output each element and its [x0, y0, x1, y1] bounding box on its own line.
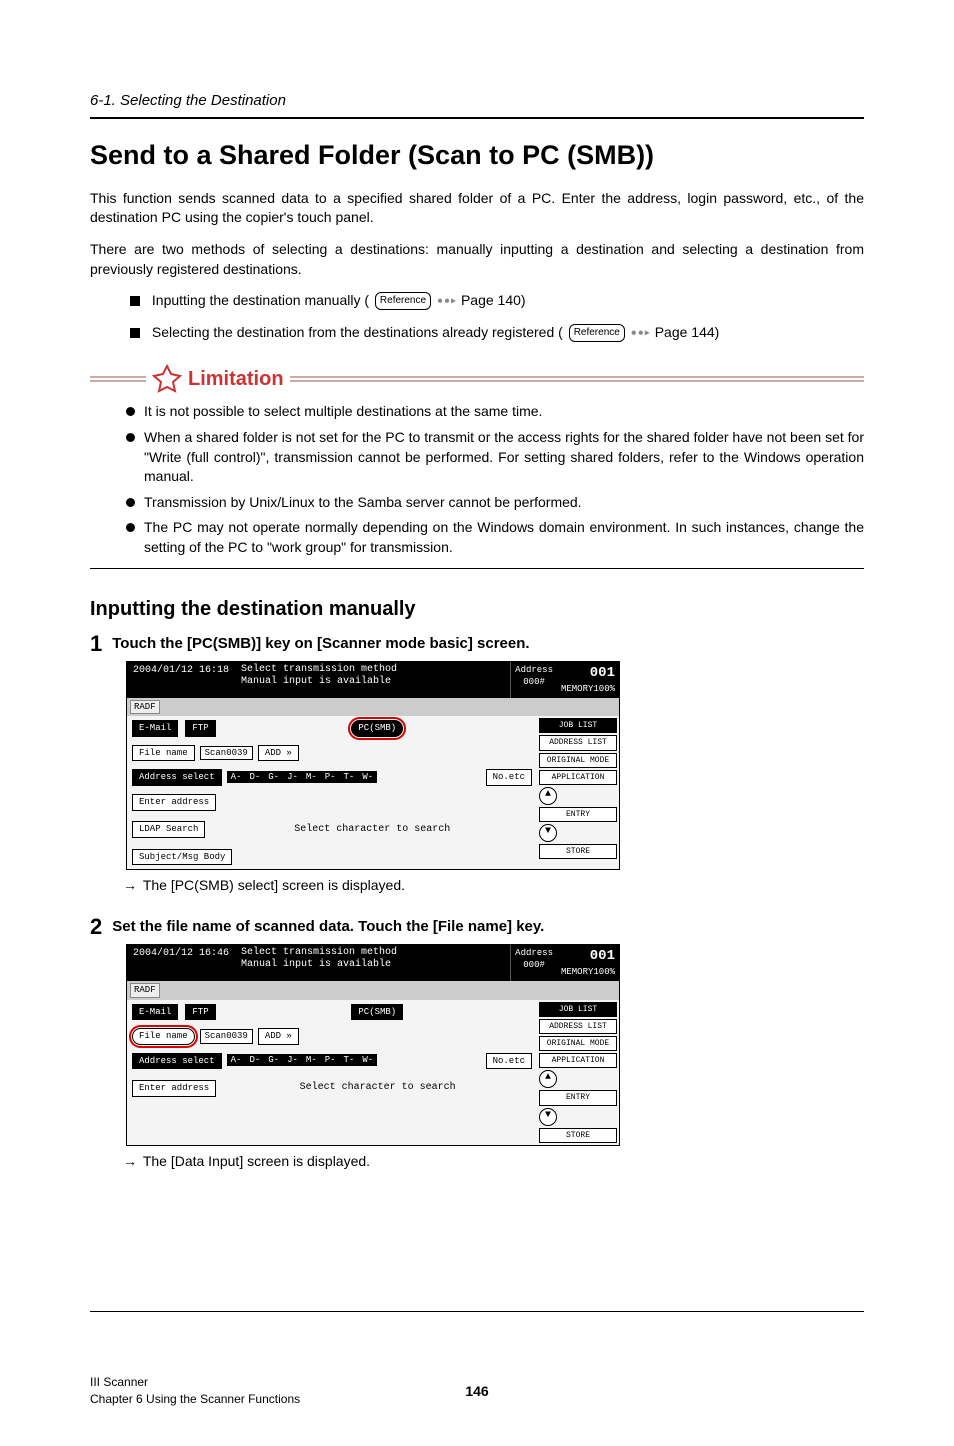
step-number: 1	[90, 633, 102, 655]
arrow-right-icon: →	[126, 1155, 143, 1171]
ldap-search-button[interactable]: LDAP Search	[132, 821, 205, 838]
page-title: Send to a Shared Folder (Scan to PC (SMB…	[90, 137, 864, 175]
limitation-label: Limitation	[188, 365, 284, 393]
square-bullet-icon	[130, 296, 140, 306]
ss-radf-label: RADF	[130, 700, 160, 715]
ss-number-big: 001	[561, 947, 615, 967]
address-list-button[interactable]: ADDRESS LIST	[539, 735, 617, 750]
method-item-1: Inputting the destination manually ( Ref…	[130, 291, 864, 311]
tab-ftp[interactable]: FTP	[185, 1004, 215, 1021]
filename-button[interactable]: File name	[132, 1028, 195, 1045]
step-title: Touch the [PC(SMB)] key on [Scanner mode…	[112, 633, 529, 654]
original-mode-button[interactable]: ORIGINAL MODE	[539, 1036, 617, 1051]
method-1-page[interactable]: Page 140)	[461, 292, 526, 308]
application-button[interactable]: APPLICATION	[539, 1053, 617, 1068]
tab-email[interactable]: E-Mail	[132, 720, 178, 737]
ss-memory: MEMORY100%	[561, 683, 615, 696]
limitation-icon	[152, 364, 182, 394]
add-button[interactable]: ADD »	[258, 1028, 299, 1045]
application-button[interactable]: APPLICATION	[539, 770, 617, 785]
ss-address-value: 000#	[515, 959, 553, 972]
address-list-button[interactable]: ADDRESS LIST	[539, 1019, 617, 1034]
alpha-group-buttons[interactable]: A-D-G-J-M-P-T-W-	[227, 1054, 378, 1068]
step-2: 2 Set the file name of scanned data. Tou…	[90, 916, 864, 1174]
step-result: → The [PC(SMB) select] screen is display…	[126, 876, 864, 898]
ss-address-label: Address	[515, 947, 553, 960]
scroll-up-icon[interactable]: ▲	[539, 1070, 557, 1088]
ss-datetime: 2004/01/12 16:18	[127, 662, 235, 698]
original-mode-button[interactable]: ORIGINAL MODE	[539, 753, 617, 768]
scroll-down-icon[interactable]: ▼	[539, 1108, 557, 1126]
screenshot-step-2: 2004/01/12 16:46 Select transmission met…	[126, 944, 620, 1146]
tab-email[interactable]: E-Mail	[132, 1004, 178, 1021]
reference-chip[interactable]: Reference	[375, 292, 431, 310]
enter-address-button[interactable]: Enter address	[132, 794, 216, 811]
alpha-group-buttons[interactable]: A-D-G-J-M-P-T-W-	[227, 771, 378, 785]
entry-button[interactable]: ENTRY	[539, 807, 617, 822]
enter-address-button[interactable]: Enter address	[132, 1080, 216, 1097]
noetc-button[interactable]: No.etc	[486, 769, 532, 786]
ss-message-line: Select transmission method	[241, 664, 504, 676]
screenshot-step-1: 2004/01/12 16:18 Select transmission met…	[126, 661, 620, 871]
method-2-text: Selecting the destination from the desti…	[152, 324, 563, 340]
ss-hint-text: Select character to search	[221, 1075, 534, 1101]
step-1: 1 Touch the [PC(SMB)] key on [Scanner mo…	[90, 633, 864, 898]
scroll-down-icon[interactable]: ▼	[539, 824, 557, 842]
ss-message-line: Manual input is available	[241, 676, 504, 688]
ss-hint-text: Select character to search	[210, 817, 534, 843]
method-item-2: Selecting the destination from the desti…	[130, 323, 864, 343]
ss-message-line: Manual input is available	[241, 959, 504, 971]
rule-limitation-end	[90, 568, 864, 569]
tab-pcsmb[interactable]: PC(SMB)	[351, 1004, 403, 1021]
add-button[interactable]: ADD »	[258, 745, 299, 762]
address-select-button[interactable]: Address select	[132, 769, 222, 786]
subject-body-button[interactable]: Subject/Msg Body	[132, 849, 232, 866]
limitation-item: The PC may not operate normally dependin…	[126, 518, 864, 557]
limitation-item: When a shared folder is not set for the …	[126, 428, 864, 487]
tab-ftp[interactable]: FTP	[185, 720, 215, 737]
ss-number-big: 001	[561, 664, 615, 684]
scroll-up-icon[interactable]: ▲	[539, 787, 557, 805]
filename-value: Scan0039	[200, 746, 253, 761]
store-button[interactable]: STORE	[539, 844, 617, 859]
breadcrumb: 6-1. Selecting the Destination	[90, 90, 864, 111]
tab-pcsmb[interactable]: PC(SMB)	[351, 720, 403, 737]
limitation-item: Transmission by Unix/Linux to the Samba …	[126, 493, 864, 513]
joblist-button[interactable]: JOB LIST	[539, 1002, 617, 1017]
filename-button[interactable]: File name	[132, 745, 195, 762]
ss-address-value: 000#	[515, 676, 553, 689]
limitation-item: It is not possible to select multiple de…	[126, 402, 864, 422]
limitation-block: Limitation It is not possible to select …	[90, 364, 864, 568]
noetc-button[interactable]: No.etc	[486, 1053, 532, 1070]
method-1-text: Inputting the destination manually (	[152, 292, 369, 308]
dots-icon: ●●▸	[631, 327, 651, 338]
ss-address-label: Address	[515, 664, 553, 677]
method-2-page[interactable]: Page 144)	[655, 324, 720, 340]
step-number: 2	[90, 916, 102, 938]
dots-icon: ●●▸	[437, 295, 457, 306]
step-result: → The [Data Input] screen is displayed.	[126, 1152, 864, 1174]
address-select-button[interactable]: Address select	[132, 1053, 222, 1070]
rule-top	[90, 117, 864, 119]
arrow-right-icon: →	[126, 879, 143, 895]
intro-paragraph-2: There are two methods of selecting a des…	[90, 240, 864, 279]
square-bullet-icon	[130, 328, 140, 338]
joblist-button[interactable]: JOB LIST	[539, 718, 617, 733]
filename-value: Scan0039	[200, 1029, 253, 1044]
ss-memory: MEMORY100%	[561, 966, 615, 979]
step-title: Set the file name of scanned data. Touch…	[112, 916, 544, 937]
subheading: Inputting the destination manually	[90, 595, 864, 623]
rule-footer	[90, 1311, 864, 1312]
entry-button[interactable]: ENTRY	[539, 1090, 617, 1105]
store-button[interactable]: STORE	[539, 1128, 617, 1143]
ss-message-line: Select transmission method	[241, 947, 504, 959]
ss-radf-label: RADF	[130, 983, 160, 998]
page-footer: 146 III Scanner Chapter 6 Using the Scan…	[90, 1382, 864, 1407]
intro-paragraph-1: This function sends scanned data to a sp…	[90, 189, 864, 228]
ss-datetime: 2004/01/12 16:46	[127, 945, 235, 981]
reference-chip[interactable]: Reference	[569, 324, 625, 342]
